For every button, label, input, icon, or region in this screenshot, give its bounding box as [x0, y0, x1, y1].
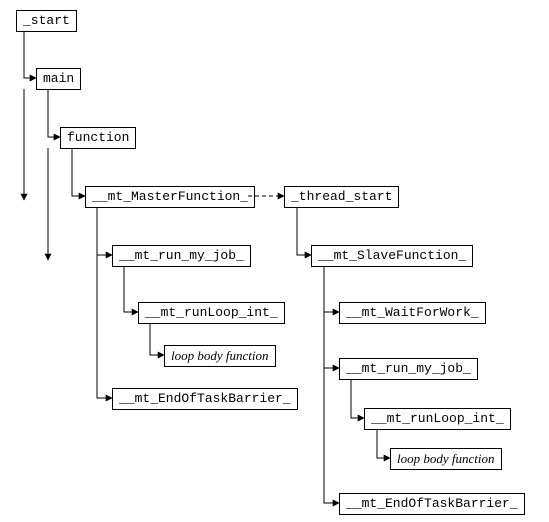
node-runloop-right: __mt_runLoop_int_	[364, 408, 511, 430]
edge-main-to-function	[48, 89, 60, 137]
edge-runjob-to-runloop-left	[124, 266, 138, 312]
node-end-barrier-right: __mt_EndOfTaskBarrier_	[339, 493, 525, 515]
node-wait-for-work: __mt_WaitForWork_	[339, 302, 486, 324]
edge-slave-to-endbarrier-right	[324, 266, 339, 503]
node-runloop-left: __mt_runLoop_int_	[138, 302, 285, 324]
node-main: main	[36, 68, 81, 90]
node-loop-body-left: loop body function	[164, 345, 276, 367]
edge-master-to-endbarrier-left	[97, 207, 112, 398]
node-start: _start	[16, 10, 77, 32]
edge-start-to-main	[24, 31, 36, 78]
edge-function-to-master	[72, 148, 85, 196]
node-run-my-job-left: __mt_run_my_job_	[112, 245, 251, 267]
node-loop-body-right: loop body function	[390, 448, 502, 470]
node-function: function	[60, 127, 136, 149]
edge-threadstart-to-slave	[297, 207, 311, 255]
edge-slave-to-wait	[324, 266, 339, 312]
node-thread-start: _thread_start	[284, 186, 399, 208]
edge-slave-to-runjob-right	[324, 266, 339, 368]
edge-master-to-runjob-left	[97, 207, 112, 255]
node-end-barrier-left: __mt_EndOfTaskBarrier_	[112, 388, 298, 410]
edge-runloop-to-loopbody-right	[377, 429, 390, 458]
edge-runloop-to-loopbody-left	[150, 323, 164, 355]
node-master-function: __mt_MasterFunction_	[85, 186, 255, 208]
node-slave-function: __mt_SlaveFunction_	[311, 245, 473, 267]
edge-runjob-to-runloop-right	[351, 379, 364, 418]
node-run-my-job-right: __mt_run_my_job_	[339, 358, 478, 380]
